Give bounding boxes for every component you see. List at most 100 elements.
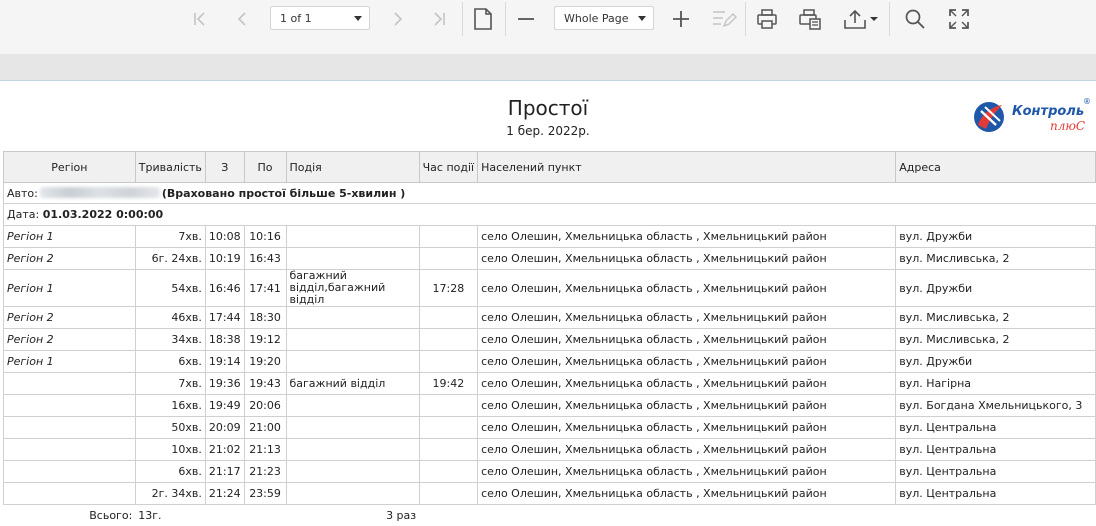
address-cell: вул. Богдана Хмельницького, 3 (895, 394, 1096, 417)
page-selector-value: 1 of 1 (280, 11, 312, 25)
next-page-button[interactable] (383, 6, 411, 32)
locality-cell: село Олешин, Хмельницька область , Хмель… (477, 460, 897, 483)
start-time-cell: 21:17 (204, 460, 245, 483)
region-cell (3, 416, 136, 439)
region-cell (3, 460, 136, 483)
print-page-button[interactable] (796, 6, 824, 32)
locality-cell: село Олешин, Хмельницька область , Хмель… (477, 225, 897, 248)
toolbar-separator (745, 2, 746, 36)
report-viewer-toolbar: 1 of 1 Whole Page (0, 0, 1096, 54)
vehicle-group-row: Авто: (Враховано простої більше 5-хвилин … (3, 182, 1096, 204)
region-cell: Регіон 1 (3, 350, 136, 373)
upload-export-icon (844, 9, 866, 29)
edit-report-button[interactable] (709, 6, 739, 32)
region-cell: Регіон 2 (3, 306, 136, 329)
start-time-cell: 18:38 (204, 328, 245, 351)
event-cell (285, 247, 420, 270)
zoom-selector-value: Whole Page (564, 11, 629, 25)
table-row: 2г. 34хв. 21:24 23:59 село Олешин, Хмельниц… (3, 482, 1096, 505)
event-time-cell: 19:42 (418, 372, 479, 395)
previous-page-button[interactable] (229, 6, 257, 32)
zoom-in-button[interactable] (667, 6, 695, 32)
table-row: 7хв. 19:36 19:43 багажний відділ 19:42 село О… (3, 372, 1096, 395)
event-cell (285, 350, 420, 373)
vehicle-label: Авто: (7, 186, 38, 200)
dropdown-caret-icon (354, 16, 362, 21)
dropdown-caret-icon (638, 16, 646, 21)
event-time-cell (418, 247, 479, 270)
end-time-cell: 21:23 (243, 460, 287, 483)
fullscreen-button[interactable] (945, 6, 973, 32)
region-cell (3, 438, 136, 461)
end-time-cell: 20:06 (243, 394, 287, 417)
export-button[interactable] (840, 6, 882, 32)
duration-cell: 16хв. (134, 394, 206, 417)
zoom-selector[interactable]: Whole Page (554, 6, 654, 30)
event-time-cell (418, 438, 479, 461)
start-time-cell: 17:44 (204, 306, 245, 329)
fullscreen-icon (949, 9, 969, 29)
empty-cell (896, 505, 1096, 526)
duration-cell: 54хв. (134, 269, 206, 307)
edit-document-icon (713, 11, 737, 28)
report-page: Простої 1 бер. 2022р. Контроль плюС ® Ре… (0, 81, 1096, 526)
chevron-left-icon (237, 12, 246, 26)
duration-cell: 6хв. (134, 350, 206, 373)
last-page-icon (434, 12, 445, 26)
report-date: 1 бер. 2022р. (506, 124, 590, 138)
duration-cell: 2г. 34хв. (134, 482, 206, 505)
duration-cell: 6г. 24хв. (134, 247, 206, 270)
first-page-icon (194, 12, 205, 26)
address-cell: вул. Дружби (895, 269, 1096, 307)
search-button[interactable] (901, 6, 929, 32)
column-header: З (204, 151, 245, 183)
duration-cell: 7хв. (134, 372, 206, 395)
total-label: Всього: (89, 508, 133, 522)
duration-cell: 46хв. (134, 306, 206, 329)
total-row: Всього: 13г. 3 раз (4, 505, 1096, 526)
date-group-row: Дата: 01.03.2022 0:00:00 (3, 203, 1096, 226)
table-row: Регіон 2 46хв. 17:44 18:30 село Олешин, Хмел… (3, 306, 1096, 329)
date-value: 01.03.2022 0:00:00 (42, 208, 164, 221)
event-cell (285, 460, 420, 483)
address-cell: вул. Центральна (895, 460, 1096, 483)
column-header: Регіон (3, 151, 136, 183)
event-cell (285, 328, 420, 351)
region-cell: Регіон 1 (3, 269, 136, 307)
end-time-cell: 19:20 (243, 350, 287, 373)
table-row: 16хв. 19:49 20:06 село Олешин, Хмельницька … (3, 394, 1096, 417)
column-header: Населений пункт (477, 151, 897, 183)
start-time-cell: 19:14 (204, 350, 245, 373)
print-button[interactable] (753, 6, 781, 32)
duration-cell: 34хв. (134, 328, 206, 351)
duration-cell: 10хв. (134, 438, 206, 461)
event-cell (285, 416, 420, 439)
page-layout-button[interactable] (469, 6, 497, 32)
table-row: Регіон 1 7хв. 10:08 10:16 село Олешин, Хмель… (3, 225, 1096, 248)
start-time-cell: 20:09 (204, 416, 245, 439)
address-cell: вул. Центральна (895, 416, 1096, 439)
event-time-cell (418, 394, 479, 417)
toolbar-separator (462, 2, 463, 36)
page-selector[interactable]: 1 of 1 (270, 6, 370, 30)
end-time-cell: 21:00 (243, 416, 287, 439)
start-time-cell: 10:08 (204, 225, 245, 248)
event-time-cell (418, 460, 479, 483)
region-cell (3, 372, 136, 395)
end-time-cell: 23:59 (243, 482, 287, 505)
column-header: Час події (418, 151, 479, 183)
table-row: 6хв. 21:17 21:23 село Олешин, Хмельницька о… (3, 460, 1096, 483)
end-time-cell: 16:43 (243, 247, 287, 270)
end-time-cell: 18:30 (243, 306, 287, 329)
event-cell (285, 482, 420, 505)
last-page-button[interactable] (425, 6, 453, 32)
region-cell: Регіон 1 (3, 225, 136, 248)
column-header: Подія (285, 151, 420, 183)
first-page-button[interactable] (186, 6, 214, 32)
event-time-cell (418, 306, 479, 329)
address-cell: вул. Центральна (895, 482, 1096, 505)
locality-cell: село Олешин, Хмельницька область , Хмель… (477, 350, 897, 373)
chevron-right-icon (394, 12, 403, 26)
event-time-cell: 17:28 (418, 269, 479, 307)
zoom-out-button[interactable] (512, 6, 540, 32)
